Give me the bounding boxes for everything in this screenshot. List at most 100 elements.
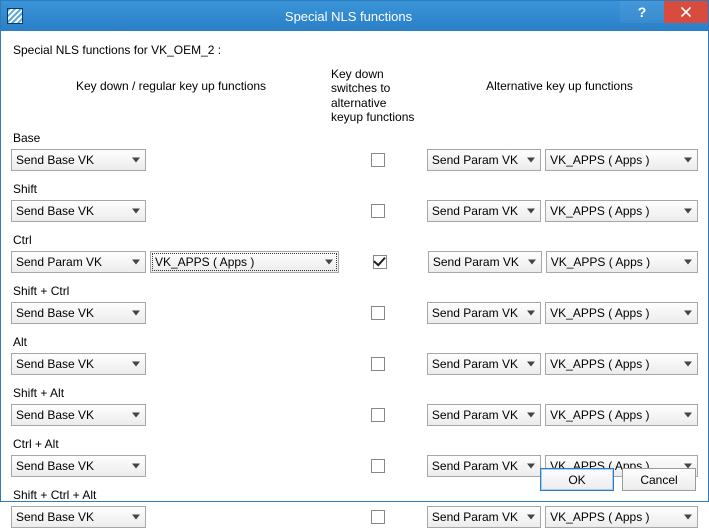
- row-label: Ctrl: [13, 233, 698, 247]
- switch-checkbox[interactable]: [371, 510, 385, 524]
- alt-param-select[interactable]: VK_APPS ( Apps ): [546, 251, 698, 273]
- keydown-param-select[interactable]: VK_APPS ( Apps ): [150, 251, 339, 273]
- row-controls: Send Base VK Send Param VK VK_APPS ( Apps …: [11, 403, 698, 427]
- keydown-function-select[interactable]: Send Base VK: [11, 302, 146, 324]
- select-value: Send Base VK: [16, 408, 94, 422]
- select-value: Send Param VK: [432, 357, 518, 371]
- row-7: Shift + Ctrl + AltSend Base VKSend Param…: [11, 488, 698, 529]
- column-headers: Key down / regular key up functions Key …: [11, 67, 698, 125]
- row-controls: Send Base VK Send Param VK VK_APPS ( Apps …: [11, 505, 698, 529]
- alt-function-select[interactable]: Send Param VK: [427, 404, 541, 426]
- keydown-function-select[interactable]: Send Base VK: [11, 200, 146, 222]
- alt-param-select[interactable]: VK_APPS ( Apps ): [545, 404, 698, 426]
- alt-param-select[interactable]: VK_APPS ( Apps ): [545, 200, 698, 222]
- dialog-body: Special NLS functions for VK_OEM_2 : Key…: [1, 31, 708, 501]
- select-value: Send Base VK: [16, 153, 94, 167]
- alt-function-select[interactable]: Send Param VK: [427, 506, 541, 528]
- select-value: VK_APPS ( Apps ): [550, 153, 649, 167]
- switch-checkbox[interactable]: [371, 408, 385, 422]
- chevron-down-icon: [684, 310, 692, 315]
- row-4: AltSend Base VKSend Param VKVK_APPS ( Ap…: [11, 335, 698, 376]
- chevron-down-icon: [527, 361, 535, 366]
- select-value: Send Base VK: [16, 204, 94, 218]
- window-title: Special NLS functions: [29, 9, 708, 24]
- chevron-down-icon: [684, 361, 692, 366]
- keydown-function-select[interactable]: Send Base VK: [11, 353, 146, 375]
- keydown-function-select[interactable]: Send Param VK: [11, 251, 146, 273]
- switch-checkbox[interactable]: [371, 153, 385, 167]
- cancel-button[interactable]: Cancel: [622, 468, 696, 491]
- alt-param-select[interactable]: VK_APPS ( Apps ): [545, 302, 698, 324]
- chevron-down-icon: [132, 463, 140, 468]
- dialog-subtitle: Special NLS functions for VK_OEM_2 :: [13, 43, 698, 57]
- keydown-function-select[interactable]: Send Base VK: [11, 149, 146, 171]
- chevron-down-icon: [325, 259, 333, 264]
- header-switches: Key down switches to alternative keyup f…: [331, 67, 421, 125]
- chevron-down-icon: [528, 259, 536, 264]
- switch-checkbox-wrap: [348, 408, 410, 422]
- row-label: Shift + Ctrl: [13, 284, 698, 298]
- row-3: Shift + Ctrl Send Base VK Send Param VKVK_…: [11, 284, 698, 325]
- help-button[interactable]: ?: [620, 1, 664, 23]
- chevron-down-icon: [132, 412, 140, 417]
- chevron-down-icon: [132, 514, 140, 519]
- chevron-down-icon: [684, 208, 692, 213]
- keydown-function-select[interactable]: Send Base VK: [11, 404, 146, 426]
- chevron-down-icon: [527, 463, 535, 468]
- select-value: VK_APPS ( Apps ): [550, 204, 649, 218]
- switch-checkbox[interactable]: [373, 255, 387, 269]
- close-button[interactable]: [664, 1, 708, 23]
- ok-button-label: OK: [568, 473, 585, 487]
- keydown-function-select[interactable]: Send Base VK: [11, 506, 146, 528]
- select-value: Send Param VK: [432, 408, 518, 422]
- row-controls: Send Param VK VK_APPS ( Apps ) Send Param …: [11, 250, 698, 274]
- select-value: VK_APPS ( Apps ): [551, 255, 650, 269]
- switch-checkbox[interactable]: [371, 306, 385, 320]
- alt-param-select[interactable]: VK_APPS ( Apps ): [545, 149, 698, 171]
- switch-checkbox-wrap: [348, 306, 410, 320]
- alt-param-select[interactable]: VK_APPS ( Apps ): [545, 353, 698, 375]
- window-controls: ?: [620, 1, 708, 23]
- alt-param-select[interactable]: VK_APPS ( Apps ): [545, 506, 698, 528]
- chevron-down-icon: [527, 412, 535, 417]
- row-0: Base Send Base VK Send Param VK VK_APPS ( A…: [11, 131, 698, 172]
- row-label: Ctrl + Alt: [13, 437, 698, 451]
- row-controls: Send Base VK Send Param VKVK_APPS ( Apps …: [11, 301, 698, 325]
- window-app-icon: [7, 8, 23, 24]
- ok-button[interactable]: OK: [540, 468, 614, 491]
- row-2: CtrlSend Param VKVK_APPS ( Apps )Send Pa…: [11, 233, 698, 274]
- select-value: VK_APPS ( Apps ): [550, 408, 649, 422]
- select-value: Send Param VK: [16, 255, 102, 269]
- row-label: Base: [13, 131, 698, 145]
- alt-function-select[interactable]: Send Param VK: [428, 251, 542, 273]
- select-value: Send Param VK: [433, 255, 519, 269]
- select-value: Send Param VK: [432, 459, 518, 473]
- switch-checkbox-wrap: [348, 357, 410, 371]
- row-controls: Send Base VK Send Param VK VK_APPS ( Apps …: [11, 148, 698, 172]
- switch-checkbox[interactable]: [371, 204, 385, 218]
- chevron-down-icon: [132, 310, 140, 315]
- switch-checkbox-wrap: [349, 255, 411, 269]
- chevron-down-icon: [527, 310, 535, 315]
- header-keydown-regular: Key down / regular key up functions: [11, 67, 331, 93]
- keydown-function-select[interactable]: Send Base VK: [11, 455, 146, 477]
- select-value: VK_APPS ( Apps ): [550, 357, 649, 371]
- row-label: Shift + Alt: [13, 386, 698, 400]
- switch-checkbox[interactable]: [371, 459, 385, 473]
- alt-function-select[interactable]: Send Param VK: [427, 455, 541, 477]
- select-value: Send Base VK: [16, 510, 94, 524]
- select-value: VK_APPS ( Apps ): [550, 510, 649, 524]
- select-value: Send Param VK: [432, 510, 518, 524]
- alt-function-select[interactable]: Send Param VK: [427, 302, 541, 324]
- titlebar: Special NLS functions ?: [1, 1, 708, 31]
- select-value: VK_APPS ( Apps ): [155, 255, 254, 269]
- alt-function-select[interactable]: Send Param VK: [427, 149, 541, 171]
- switch-checkbox[interactable]: [371, 357, 385, 371]
- alt-function-select[interactable]: Send Param VK: [427, 353, 541, 375]
- switch-checkbox-wrap: [348, 510, 410, 524]
- chevron-down-icon: [132, 259, 140, 264]
- row-5: Shift + Alt Send Base VK Send Param VK VK_A…: [11, 386, 698, 427]
- chevron-down-icon: [684, 157, 692, 162]
- alt-function-select[interactable]: Send Param VK: [427, 200, 541, 222]
- row-controls: Send Base VK Send Param VK VK_APPS ( Apps …: [11, 352, 698, 376]
